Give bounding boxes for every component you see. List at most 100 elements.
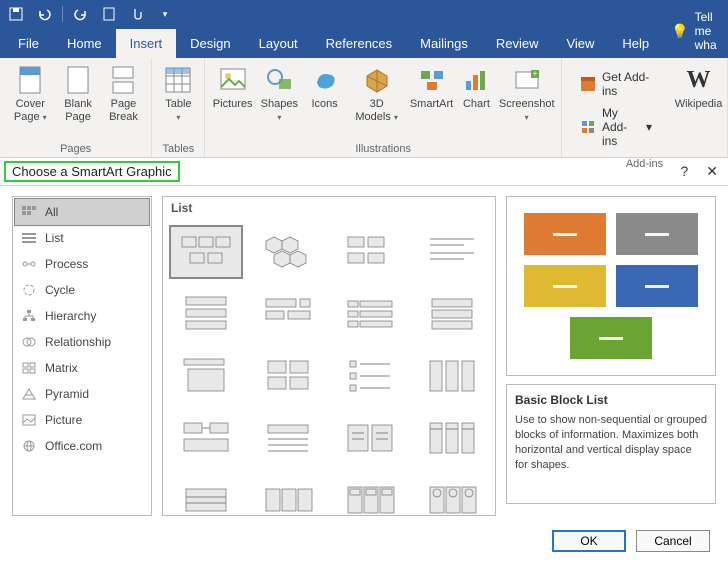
gallery-item-15[interactable] xyxy=(333,411,407,465)
gallery-item-vertical-block[interactable] xyxy=(415,349,489,403)
redo-icon[interactable] xyxy=(71,4,91,24)
smartart-icon xyxy=(416,64,448,96)
chart-button[interactable]: Chart xyxy=(456,62,496,125)
gallery-item-20[interactable] xyxy=(415,473,489,515)
shapes-icon xyxy=(263,64,295,96)
gallery-item-16[interactable] xyxy=(415,411,489,465)
tell-me-search[interactable]: 💡 Tell me wha xyxy=(663,4,724,58)
category-hierarchy[interactable]: Hierarchy xyxy=(15,303,149,329)
ok-button[interactable]: OK xyxy=(552,530,626,552)
pictures-button[interactable]: Pictures xyxy=(211,62,254,125)
preview-canvas xyxy=(506,196,716,376)
table-button[interactable]: Table▾ xyxy=(158,62,198,125)
all-icon xyxy=(21,204,37,220)
cover-page-icon xyxy=(14,64,46,96)
ribbon-group-pages: Cover Page ▾ Blank Page Page Break Pages xyxy=(0,58,152,157)
matrix-icon xyxy=(21,360,37,376)
preview-description: Basic Block List Use to show non-sequent… xyxy=(506,384,716,504)
gallery-item-basic-block-list[interactable] xyxy=(169,225,243,279)
gallery-item-horizontal-bullet[interactable] xyxy=(169,349,243,403)
3d-models-button[interactable]: 3D Models ▾ xyxy=(347,62,407,125)
tell-me-label: Tell me wha xyxy=(695,10,717,52)
category-picture[interactable]: Picture xyxy=(15,407,149,433)
gallery-item-18[interactable] xyxy=(251,473,325,515)
smartart-button[interactable]: SmartArt xyxy=(409,62,455,125)
category-all[interactable]: All xyxy=(14,198,150,226)
gallery-item-varying-width[interactable] xyxy=(251,287,325,341)
gallery-item-13[interactable] xyxy=(169,411,243,465)
gallery-item-alternating-hexagons[interactable] xyxy=(251,225,325,279)
get-addins-button[interactable]: Get Add-ins xyxy=(576,68,656,100)
group-illustrations-label: Illustrations xyxy=(211,141,555,155)
cycle-icon xyxy=(21,282,37,298)
svg-text:+: + xyxy=(532,69,537,78)
quick-access-toolbar: ▾ xyxy=(0,0,728,28)
group-pages-label: Pages xyxy=(6,141,145,155)
category-relationship[interactable]: Relationship xyxy=(15,329,149,355)
my-addins-button[interactable]: My Add-ins ▾ xyxy=(576,104,656,150)
tab-review[interactable]: Review xyxy=(482,29,553,58)
gallery-item-picture-caption[interactable] xyxy=(333,225,407,279)
list-icon xyxy=(21,230,37,246)
screenshot-icon: + xyxy=(511,64,543,96)
undo-icon[interactable] xyxy=(34,4,54,24)
pictures-icon xyxy=(217,64,249,96)
gallery-item-tab-list[interactable] xyxy=(333,287,407,341)
tab-insert[interactable]: Insert xyxy=(116,29,177,58)
tab-home[interactable]: Home xyxy=(53,29,116,58)
gallery-item-vertical-bullet[interactable] xyxy=(333,349,407,403)
hierarchy-icon xyxy=(21,308,37,324)
cover-page-button[interactable]: Cover Page ▾ xyxy=(6,62,55,125)
icons-button[interactable]: Icons xyxy=(305,62,345,125)
new-doc-icon[interactable] xyxy=(99,4,119,24)
tab-design[interactable]: Design xyxy=(176,29,244,58)
gallery-item-17[interactable] xyxy=(169,473,243,515)
gallery-item-14[interactable] xyxy=(251,411,325,465)
tab-layout[interactable]: Layout xyxy=(245,29,312,58)
preview-block xyxy=(616,265,698,307)
tab-file[interactable]: File xyxy=(4,29,53,58)
dialog-close-button[interactable]: ✕ xyxy=(706,163,718,180)
dialog-help-button[interactable]: ? xyxy=(680,163,688,180)
category-officecom[interactable]: Office.com xyxy=(15,433,149,459)
gallery-item-square-accent[interactable] xyxy=(415,287,489,341)
shapes-button[interactable]: Shapes ▾ xyxy=(256,62,303,125)
preview-body: Use to show non-sequential or grouped bl… xyxy=(515,413,707,472)
tab-references[interactable]: References xyxy=(312,29,406,58)
group-tables-label: Tables xyxy=(158,141,198,155)
addins-icon xyxy=(580,118,596,136)
blank-page-button[interactable]: Blank Page xyxy=(57,62,100,125)
3d-models-icon xyxy=(361,64,393,96)
touch-mode-icon[interactable] xyxy=(127,4,147,24)
category-pyramid[interactable]: Pyramid xyxy=(15,381,149,407)
category-list-item[interactable]: List xyxy=(15,225,149,251)
customize-qat-icon[interactable]: ▾ xyxy=(155,4,175,24)
screenshot-button[interactable]: + Screenshot▾ xyxy=(498,62,554,125)
chart-icon xyxy=(460,64,492,96)
save-icon[interactable] xyxy=(6,4,26,24)
preview-title: Basic Block List xyxy=(515,393,707,407)
gallery-item-stacked[interactable] xyxy=(251,349,325,403)
gallery-item-vertical-box[interactable] xyxy=(169,287,243,341)
category-process[interactable]: Process xyxy=(15,251,149,277)
tab-mailings[interactable]: Mailings xyxy=(406,29,482,58)
cancel-button[interactable]: Cancel xyxy=(636,530,710,552)
ribbon-group-addins: Get Add-ins My Add-ins ▾ W Wikipedia Add… xyxy=(562,58,728,157)
tab-view[interactable]: View xyxy=(552,29,608,58)
gallery-scroll[interactable] xyxy=(163,219,495,515)
category-matrix[interactable]: Matrix xyxy=(15,355,149,381)
tab-help[interactable]: Help xyxy=(608,29,663,58)
bulb-icon: 💡 xyxy=(671,23,688,40)
gallery-header: List xyxy=(163,197,495,219)
category-cycle[interactable]: Cycle xyxy=(15,277,149,303)
picture-icon xyxy=(21,412,37,428)
gallery-item-lined-list[interactable] xyxy=(415,225,489,279)
preview-block xyxy=(524,265,606,307)
blank-page-icon xyxy=(62,64,94,96)
gallery-item-19[interactable] xyxy=(333,473,407,515)
table-icon xyxy=(162,64,194,96)
wikipedia-button[interactable]: W Wikipedia xyxy=(676,62,721,156)
globe-icon xyxy=(21,438,37,454)
smartart-gallery: List xyxy=(162,196,496,516)
page-break-button[interactable]: Page Break xyxy=(102,62,146,125)
